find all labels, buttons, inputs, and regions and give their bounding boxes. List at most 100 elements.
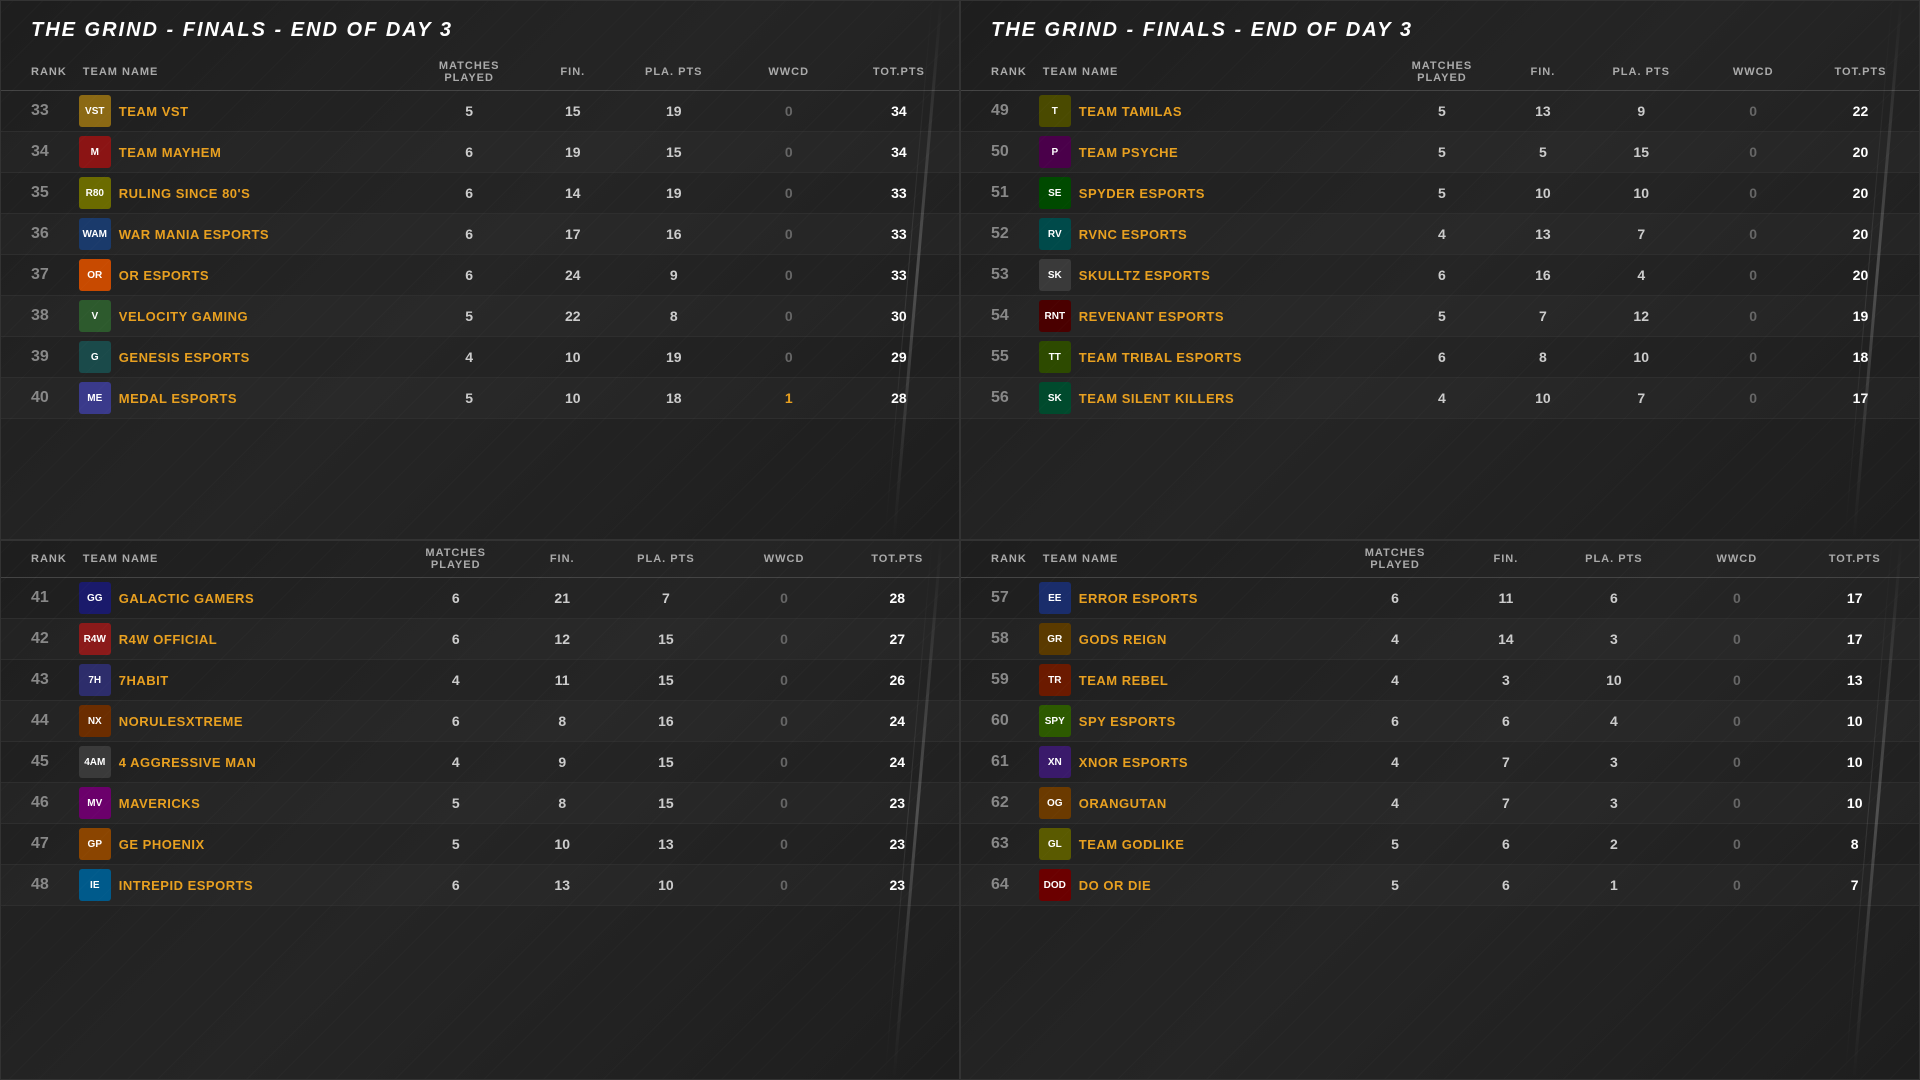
team-name-text: INTREPID ESPORTS	[119, 878, 253, 893]
matches-cell: 5	[402, 296, 537, 337]
tot-cell: 28	[835, 578, 959, 619]
pla-cell: 4	[1578, 255, 1704, 296]
col-wwcd: WWCD	[739, 54, 839, 91]
matches-cell: 4	[1376, 214, 1508, 255]
matches-cell: 6	[386, 701, 525, 742]
wwcd-cell: 0	[733, 701, 836, 742]
rank-cell: 39	[1, 337, 75, 378]
fin-cell: 13	[1508, 91, 1578, 132]
logo-cell: WAM	[75, 214, 115, 255]
col-matches: MATCHESPLAYED	[386, 541, 525, 578]
table-row: 36 WAM WAR MANIA ESPORTS 6 17 16 0 33	[1, 214, 959, 255]
fin-cell: 7	[1467, 742, 1544, 783]
team-name-text: TEAM TRIBAL ESPORTS	[1079, 350, 1242, 365]
col-team-name: TEAM NAME	[75, 541, 386, 578]
name-cell: REVENANT ESPORTS	[1075, 296, 1376, 337]
fin-cell: 6	[1467, 865, 1544, 906]
rank-cell: 48	[1, 865, 75, 906]
pla-cell: 1	[1544, 865, 1683, 906]
table-row: 54 RNT REVENANT ESPORTS 5 7 12 0 19	[961, 296, 1919, 337]
pla-cell: 19	[609, 91, 739, 132]
fin-cell: 9	[525, 742, 599, 783]
wwcd-cell: 0	[739, 173, 839, 214]
team-logo: V	[79, 300, 111, 332]
wwcd-cell: 0	[1683, 578, 1790, 619]
table-row: 64 DOD DO OR DIE 5 6 1 0 7	[961, 865, 1919, 906]
tot-cell: 20	[1802, 255, 1919, 296]
fin-cell: 15	[537, 91, 609, 132]
pla-cell: 8	[609, 296, 739, 337]
team-logo: R4W	[79, 623, 111, 655]
logo-cell: 4AM	[75, 742, 115, 783]
pla-cell: 10	[1578, 337, 1704, 378]
pla-cell: 18	[609, 378, 739, 419]
tot-cell: 13	[1790, 660, 1919, 701]
tot-cell: 27	[835, 619, 959, 660]
name-cell: XNOR ESPORTS	[1075, 742, 1323, 783]
pla-cell: 19	[609, 337, 739, 378]
logo-cell: SPY	[1035, 701, 1075, 742]
pla-cell: 3	[1544, 783, 1683, 824]
name-cell: SPYDER ESPORTS	[1075, 173, 1376, 214]
rank-cell: 64	[961, 865, 1035, 906]
name-cell: MEDAL ESPORTS	[115, 378, 402, 419]
col-matches: MATCHESPLAYED	[1376, 54, 1508, 91]
team-name-text: SPY ESPORTS	[1079, 714, 1176, 729]
tot-cell: 26	[835, 660, 959, 701]
team-name-text: RULING SINCE 80'S	[119, 186, 251, 201]
team-name-text: RVNC ESPORTS	[1079, 227, 1187, 242]
tot-cell: 33	[839, 255, 959, 296]
pla-cell: 16	[599, 701, 732, 742]
rank-cell: 57	[961, 578, 1035, 619]
logo-cell: M	[75, 132, 115, 173]
team-name-text: TEAM REBEL	[1079, 673, 1169, 688]
wwcd-cell: 0	[1683, 783, 1790, 824]
team-name-text: OR ESPORTS	[119, 268, 209, 283]
pla-cell: 7	[599, 578, 732, 619]
table-row: 40 ME MEDAL ESPORTS 5 10 18 1 28	[1, 378, 959, 419]
pla-cell: 16	[609, 214, 739, 255]
rank-cell: 46	[1, 783, 75, 824]
rank-cell: 61	[961, 742, 1035, 783]
logo-cell: G	[75, 337, 115, 378]
rank-cell: 56	[961, 378, 1035, 419]
team-name-text: VELOCITY GAMING	[119, 309, 248, 324]
logo-cell: GG	[75, 578, 115, 619]
team-name-text: DO OR DIE	[1079, 878, 1151, 893]
pla-cell: 15	[609, 132, 739, 173]
logo-cell: IE	[75, 865, 115, 906]
tot-cell: 7	[1790, 865, 1919, 906]
name-cell: SKULLTZ ESPORTS	[1075, 255, 1376, 296]
logo-cell: OG	[1035, 783, 1075, 824]
table-row: 44 NX NORULESXTREME 6 8 16 0 24	[1, 701, 959, 742]
logo-cell: 7H	[75, 660, 115, 701]
logo-cell: ME	[75, 378, 115, 419]
table-row: 34 M TEAM MAYHEM 6 19 15 0 34	[1, 132, 959, 173]
table-row: 61 XN XNOR ESPORTS 4 7 3 0 10	[961, 742, 1919, 783]
col-matches: MATCHESPLAYED	[1323, 541, 1468, 578]
matches-cell: 6	[402, 132, 537, 173]
team-logo: DOD	[1039, 869, 1071, 901]
rank-cell: 47	[1, 824, 75, 865]
fin-cell: 7	[1467, 783, 1544, 824]
rank-cell: 37	[1, 255, 75, 296]
fin-cell: 10	[1508, 378, 1578, 419]
rank-cell: 59	[961, 660, 1035, 701]
wwcd-cell: 0	[1683, 619, 1790, 660]
col-matches: MATCHESPLAYED	[402, 54, 537, 91]
name-cell: TEAM MAYHEM	[115, 132, 402, 173]
matches-cell: 6	[386, 578, 525, 619]
table-row: 53 SK SKULLTZ ESPORTS 6 16 4 0 20	[961, 255, 1919, 296]
name-cell: TEAM REBEL	[1075, 660, 1323, 701]
matches-cell: 6	[1323, 578, 1468, 619]
pla-cell: 9	[609, 255, 739, 296]
table-row: 39 G GENESIS ESPORTS 4 10 19 0 29	[1, 337, 959, 378]
name-cell: TEAM VST	[115, 91, 402, 132]
col-rank: RANK	[1, 54, 75, 91]
wwcd-cell: 0	[733, 865, 836, 906]
team-logo: T	[1039, 95, 1071, 127]
pla-cell: 6	[1544, 578, 1683, 619]
name-cell: 4 AGGRESSIVE MAN	[115, 742, 386, 783]
col-fin: FIN.	[1467, 541, 1544, 578]
rank-cell: 42	[1, 619, 75, 660]
